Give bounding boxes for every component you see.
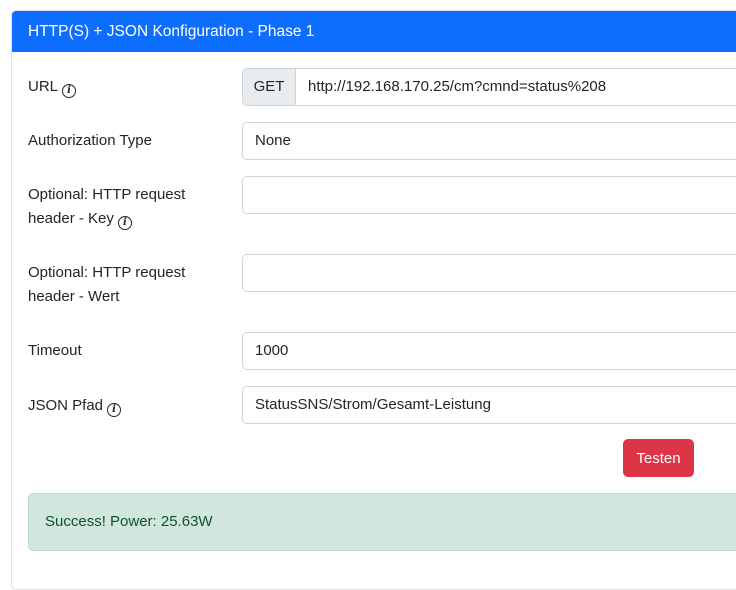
card-title: HTTP(S) + JSON Konfiguration - Phase 1: [28, 23, 315, 40]
auth-type-select[interactable]: None: [242, 122, 736, 160]
url-label: URL i: [28, 75, 228, 99]
success-alert: Success! Power: 25.63W: [28, 493, 736, 551]
json-path-label: JSON Pfad i: [28, 394, 228, 418]
header-value-label: Optional: HTTP request header - Wert: [28, 264, 186, 305]
info-icon[interactable]: i: [62, 84, 77, 98]
header-key-input[interactable]: [242, 176, 736, 214]
url-input-group: GET http://192.168.170.25/cm?cmnd=status…: [242, 68, 736, 106]
header-key-label: Optional: HTTP request header - Key i: [28, 186, 186, 230]
timeout-input[interactable]: 1000: [242, 332, 736, 370]
alert-message: Success! Power: 25.63W: [45, 513, 213, 530]
test-button[interactable]: Testen: [623, 439, 694, 477]
http-method-addon: GET: [242, 68, 295, 106]
config-card: HTTP(S) + JSON Konfiguration - Phase 1 U…: [11, 10, 736, 590]
url-input[interactable]: http://192.168.170.25/cm?cmnd=status%208: [295, 68, 736, 106]
info-icon[interactable]: i: [117, 216, 132, 230]
timeout-label: Timeout: [28, 342, 82, 359]
json-path-input[interactable]: StatusSNS/Strom/Gesamt-Leistung: [242, 386, 736, 424]
header-value-input[interactable]: [242, 254, 736, 292]
auth-type-label: Authorization Type: [28, 132, 152, 149]
card-header: HTTP(S) + JSON Konfiguration - Phase 1: [12, 11, 736, 52]
info-icon[interactable]: i: [107, 403, 122, 417]
